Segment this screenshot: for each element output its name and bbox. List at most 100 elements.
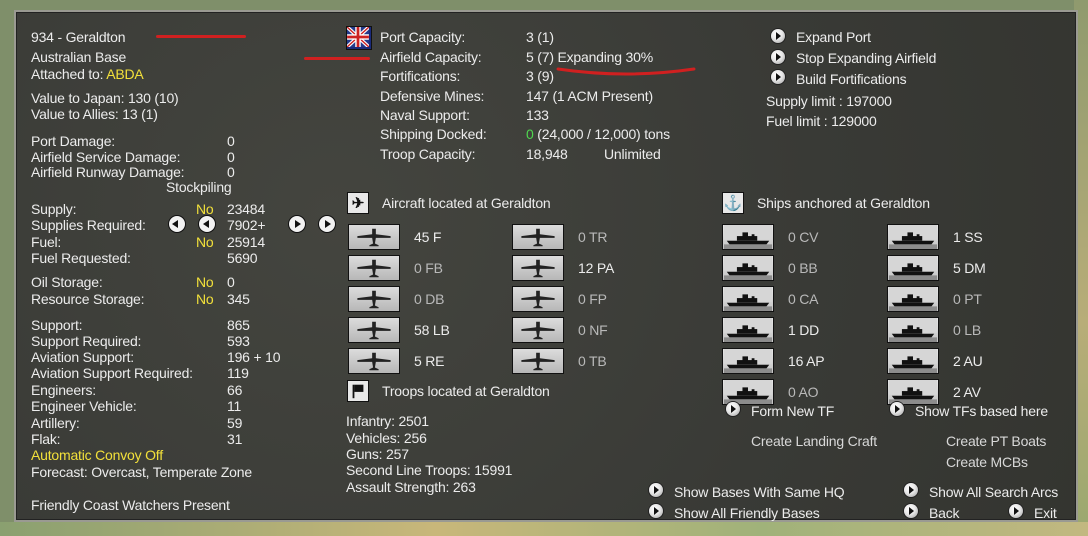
aircraft-count-label: 0 NF [578, 322, 608, 338]
show-tfs-button[interactable]: Show TFs based here [915, 403, 1048, 419]
ship-count-label: 0 BB [788, 260, 818, 276]
naval-support-value: 133 [526, 107, 549, 123]
fortifications-value: 3 (9) [526, 68, 554, 84]
oil-storage-label: Oil Storage: [31, 274, 103, 290]
troops-vehicles: Vehicles: 256 [346, 430, 427, 446]
ships-header: Ships anchored at Geraldton [757, 195, 930, 211]
aircraft-type-icon[interactable] [348, 348, 400, 374]
ship-count-label: 0 PT [953, 291, 982, 307]
aircraft-count-label: 5 RE [414, 353, 445, 369]
show-all-search-arcs-button[interactable]: Show All Search Arcs [929, 484, 1058, 500]
increase-icon[interactable] [289, 216, 305, 232]
aircraft-type-icon[interactable] [348, 317, 400, 343]
aircraft-type-icon[interactable] [512, 317, 564, 343]
resource-storage-value: 345 [227, 291, 250, 307]
aviation-required-label: Aviation Support Required: [31, 365, 193, 381]
decrease-fast-icon[interactable] [169, 216, 185, 232]
ship-count-label: 0 CV [788, 229, 819, 245]
aircraft-header: Aircraft located at Geraldton [382, 195, 551, 211]
attached-hq-link[interactable]: ABDA [106, 66, 144, 82]
fuel-requested-value: 5690 [227, 250, 258, 266]
form-tf-icon[interactable] [726, 402, 740, 416]
aircraft-type-icon[interactable] [348, 255, 400, 281]
all-friendly-icon[interactable] [649, 504, 663, 518]
ship-type-icon[interactable] [722, 255, 774, 281]
aircraft-type-icon[interactable] [512, 224, 564, 250]
create-landing-craft-button[interactable]: Create Landing Craft [751, 433, 877, 449]
automatic-convoy-toggle[interactable]: Automatic Convoy Off [31, 447, 163, 463]
show-all-friendly-bases-button[interactable]: Show All Friendly Bases [674, 505, 820, 521]
troops-flag-icon [347, 380, 369, 402]
ship-type-icon[interactable] [722, 317, 774, 343]
aircraft-type-icon[interactable] [512, 348, 564, 374]
ship-count-label: 0 LB [953, 322, 981, 338]
form-new-tf-button[interactable]: Form New TF [751, 403, 834, 419]
stop-expanding-airfield-button[interactable]: Stop Expanding Airfield [796, 50, 936, 66]
supply-stockpile-toggle[interactable]: No [196, 201, 214, 217]
create-pt-boats-button[interactable]: Create PT Boats [946, 433, 1046, 449]
build-fortifications-button[interactable]: Build Fortifications [796, 71, 907, 87]
airfield-service-damage-value: 0 [227, 149, 235, 165]
expand-port-button[interactable]: Expand Port [796, 29, 871, 45]
base-type: Australian Base [31, 49, 127, 65]
exit-button[interactable]: Exit [1034, 505, 1057, 521]
ship-count-label: 2 AU [953, 353, 983, 369]
ship-type-icon[interactable] [722, 379, 774, 405]
fuel-requested-label: Fuel Requested: [31, 250, 131, 266]
ship-type-icon[interactable] [887, 286, 939, 312]
back-icon[interactable] [904, 504, 918, 518]
fuel-value: 25914 [227, 234, 265, 250]
back-button[interactable]: Back [929, 505, 960, 521]
ship-type-icon[interactable] [887, 348, 939, 374]
ship-count-label: 5 DM [953, 260, 986, 276]
stockpiling-header: Stockpiling [166, 179, 232, 195]
search-arcs-icon[interactable] [904, 483, 918, 497]
troops-header: Troops located at Geraldton [382, 383, 550, 399]
supply-value: 23484 [227, 201, 265, 217]
troop-capacity-unlimited: Unlimited [604, 146, 661, 162]
coast-watchers-status: Friendly Coast Watchers Present [31, 497, 230, 513]
expand-port-icon[interactable] [771, 29, 785, 43]
resource-storage-toggle[interactable]: No [196, 291, 214, 307]
ship-type-icon[interactable] [887, 255, 939, 281]
create-mcbs-button[interactable]: Create MCBs [946, 454, 1028, 470]
artillery-value: 59 [227, 415, 243, 431]
airfield-runway-damage-value: 0 [227, 164, 235, 180]
aircraft-type-icon[interactable] [512, 255, 564, 281]
exit-icon[interactable] [1009, 504, 1023, 518]
support-required-value: 593 [227, 333, 250, 349]
fuel-label: Fuel: [31, 234, 62, 250]
aircraft-type-icon[interactable] [348, 224, 400, 250]
ship-type-icon[interactable] [722, 348, 774, 374]
ship-type-icon[interactable] [722, 224, 774, 250]
defensive-mines-value: 147 (1 ACM Present) [526, 88, 653, 104]
ship-type-icon[interactable] [887, 317, 939, 343]
aviation-required-value: 119 [227, 365, 249, 381]
supply-label: Supply: [31, 201, 77, 217]
oil-storage-toggle[interactable]: No [196, 274, 214, 290]
aircraft-type-icon[interactable] [348, 286, 400, 312]
same-hq-icon[interactable] [649, 483, 663, 497]
flak-value: 31 [227, 431, 243, 447]
show-tfs-icon[interactable] [890, 402, 904, 416]
map-background-bottom [0, 522, 1088, 536]
build-fortifications-icon[interactable] [771, 70, 785, 84]
aircraft-type-icon[interactable] [512, 286, 564, 312]
aviation-support-value: 196 + 10 [227, 349, 281, 365]
allied-flag-icon [345, 25, 372, 50]
stop-airfield-icon[interactable] [771, 50, 785, 64]
support-value: 865 [227, 317, 250, 333]
decrease-icon[interactable] [199, 216, 215, 232]
ship-type-icon[interactable] [887, 379, 939, 405]
troop-capacity-value: 18,948 [526, 146, 568, 162]
supplies-required-label: Supplies Required: [31, 217, 146, 233]
ship-type-icon[interactable] [887, 224, 939, 250]
base-info-panel: 934 - Geraldton Australian Base Attached… [14, 10, 1078, 522]
show-bases-same-hq-button[interactable]: Show Bases With Same HQ [674, 484, 845, 500]
weather-forecast: Forecast: Overcast, Temperate Zone [31, 464, 252, 480]
increase-fast-icon[interactable] [319, 216, 335, 232]
fuel-stockpile-toggle[interactable]: No [196, 234, 214, 250]
ship-count-label: 0 AO [788, 384, 819, 400]
red-annotation-line [156, 35, 246, 38]
ship-type-icon[interactable] [722, 286, 774, 312]
